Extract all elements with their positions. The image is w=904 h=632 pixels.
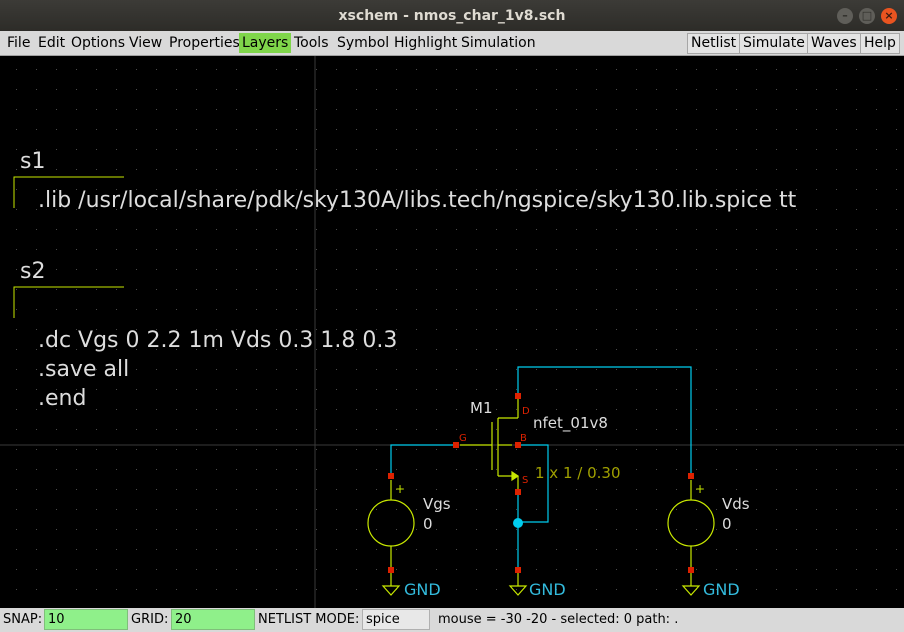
window-titlebar: xschem - nmos_char_1v8.sch – □ × [0, 0, 904, 31]
pin-marker[interactable] [688, 473, 694, 479]
menu-bar: File Edit Options View Properties Layers… [0, 31, 904, 56]
transistor-size: 1 x 1 / 0.30 [535, 464, 621, 482]
pin-marker[interactable] [388, 473, 394, 479]
menu-simulation[interactable]: Simulation [458, 33, 539, 53]
menu-options[interactable]: Options [68, 33, 128, 53]
code-block-name: s1 [20, 149, 45, 174]
code-line: .save all [38, 357, 129, 382]
pin-s-marker[interactable] [515, 489, 521, 495]
status-info: mouse = -30 -20 - selected: 0 path: . [438, 612, 679, 627]
pin-d-marker[interactable] [515, 393, 521, 399]
ground-label: GND [404, 580, 441, 599]
window-title: xschem - nmos_char_1v8.sch [338, 7, 566, 24]
simulate-button[interactable]: Simulate [739, 33, 809, 54]
schematic-canvas[interactable]: s1 .lib /usr/local/share/pdk/sky130A/lib… [0, 56, 904, 608]
transistor-model: nfet_01v8 [533, 414, 608, 433]
code-line: .end [38, 386, 86, 411]
waves-button[interactable]: Waves [807, 33, 861, 54]
netlist-button[interactable]: Netlist [687, 33, 741, 54]
code-line: .lib /usr/local/share/pdk/sky130A/libs.t… [38, 188, 797, 213]
menu-layers[interactable]: Layers [239, 33, 292, 53]
netlist-mode-label: NETLIST MODE: [258, 612, 360, 627]
minimize-icon[interactable]: – [837, 8, 853, 24]
plus-sign-icon: + [695, 482, 705, 496]
grid-label: GRID: [131, 612, 169, 627]
pin-g-label: G [459, 433, 467, 444]
ground-label: GND [529, 580, 566, 599]
menu-file[interactable]: File [4, 33, 33, 53]
menu-properties[interactable]: Properties [166, 33, 243, 53]
menu-highlight[interactable]: Highlight [391, 33, 460, 53]
help-button[interactable]: Help [860, 33, 900, 54]
pin-s-label: S [522, 475, 528, 486]
menu-symbol[interactable]: Symbol [334, 33, 392, 53]
status-bar: SNAP: 10 GRID: 20 NETLIST MODE: spice mo… [0, 608, 904, 632]
schematic-drawing[interactable]: s1 .lib /usr/local/share/pdk/sky130A/lib… [0, 56, 904, 608]
maximize-icon[interactable]: □ [859, 8, 875, 24]
menu-tools[interactable]: Tools [291, 33, 332, 53]
close-icon[interactable]: × [881, 8, 897, 24]
ground-label: GND [703, 580, 740, 599]
netlist-mode-value[interactable]: spice [362, 609, 430, 630]
junction-dot [513, 518, 523, 528]
source-value: 0 [423, 515, 433, 533]
pin-b-label: B [520, 433, 527, 444]
code-block-name: s2 [20, 259, 45, 284]
transistor-name: M1 [470, 399, 493, 417]
code-line: .dc Vgs 0 2.2 1m Vds 0.3 1.8 0.3 [38, 328, 397, 353]
snap-input[interactable]: 10 [44, 609, 128, 630]
menu-edit[interactable]: Edit [35, 33, 68, 53]
source-name: Vds [722, 495, 750, 513]
pin-d-label: D [522, 406, 530, 417]
plus-sign-icon: + [395, 482, 405, 496]
grid-input[interactable]: 20 [171, 609, 255, 630]
source-value: 0 [722, 515, 732, 533]
snap-label: SNAP: [3, 612, 43, 627]
menu-view[interactable]: View [126, 33, 165, 53]
source-name: Vgs [423, 495, 451, 513]
